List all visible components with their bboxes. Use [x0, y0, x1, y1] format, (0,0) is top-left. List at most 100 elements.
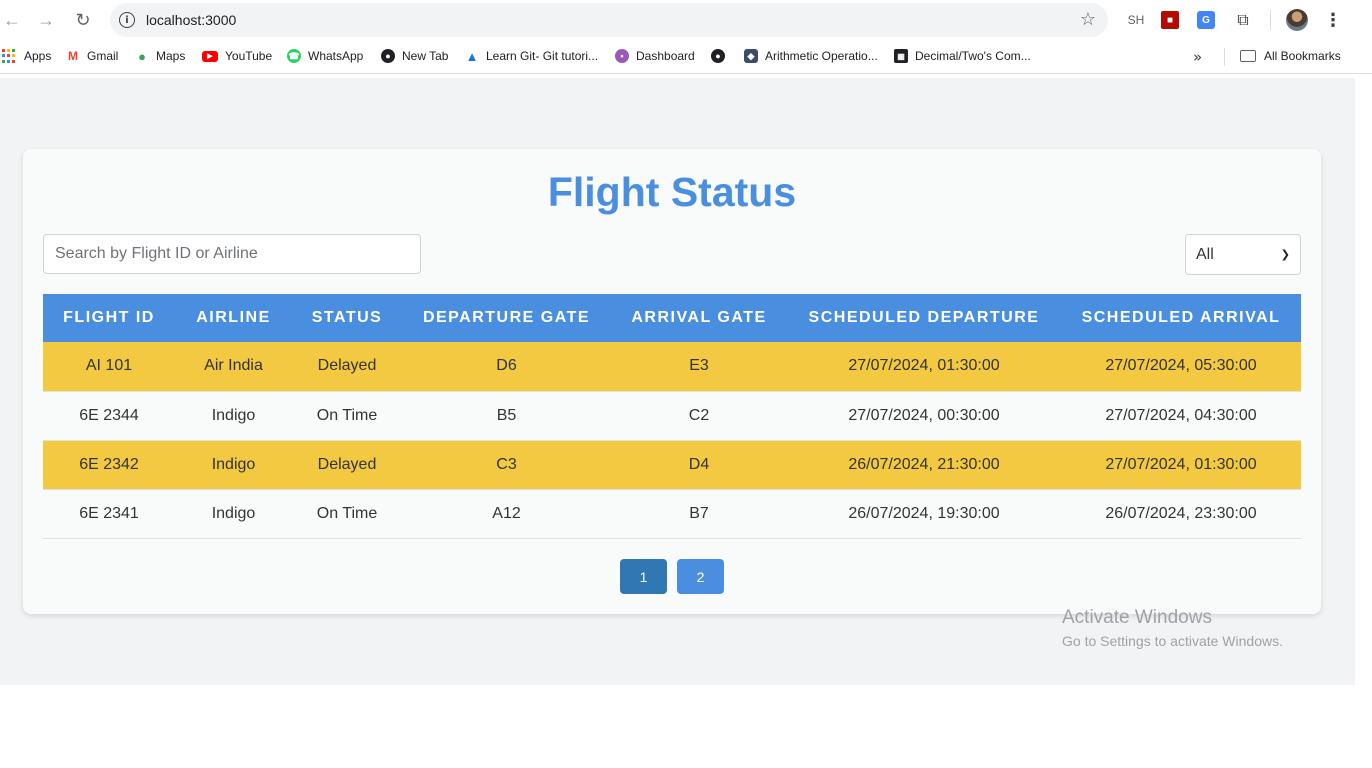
table-row: 6E 2342 Indigo Delayed C3 D4 26/07/2024,… — [43, 440, 1301, 490]
bookmark-youtube[interactable]: ▶ YouTube — [202, 49, 272, 63]
header-departure-gate: Departure Gate — [402, 294, 611, 342]
table-row: 6E 2341 Indigo On Time A12 B7 26/07/2024… — [43, 489, 1301, 539]
site-info-icon[interactable]: i — [119, 12, 135, 28]
pagination: 1 2 — [23, 559, 1321, 594]
cell-status: On Time — [292, 391, 402, 441]
table-header-row: Flight ID Airline Status Departure Gate … — [43, 294, 1301, 342]
cell-departure-gate: A12 — [402, 489, 611, 539]
apps-grid-icon — [2, 49, 16, 63]
bookmark-star-icon[interactable]: ☆ — [1080, 9, 1096, 30]
youtube-icon: ▶ — [202, 50, 218, 62]
bookmark-label: WhatsApp — [308, 49, 364, 63]
header-scheduled-departure: Scheduled Departure — [787, 294, 1061, 342]
arithmetic-site-icon: ◆ — [744, 49, 758, 63]
browser-toolbar: ← → ↻ i localhost:3000 ☆ SH ■ G ⧉ ⋮ — [0, 0, 1372, 40]
cell-airline: Air India — [175, 342, 292, 392]
bookmark-label: Dashboard — [636, 49, 695, 63]
profile-avatar[interactable] — [1286, 9, 1308, 31]
extension-sh-icon[interactable]: SH — [1125, 9, 1147, 31]
cell-scheduled-arrival: 27/07/2024, 04:30:00 — [1061, 391, 1301, 441]
cell-arrival-gate: C2 — [611, 391, 787, 441]
forward-arrow-icon[interactable]: → — [34, 8, 58, 32]
cell-arrival-gate: D4 — [611, 440, 787, 490]
cell-arrival-gate: B7 — [611, 489, 787, 539]
bookmark-label: Arithmetic Operatio... — [765, 49, 878, 63]
filter-selected-value: All — [1196, 245, 1214, 263]
bookmark-label: Maps — [156, 49, 186, 63]
bookmark-dashboard[interactable]: • Dashboard — [615, 49, 695, 63]
cell-arrival-gate: E3 — [611, 342, 787, 392]
flight-status-card: Flight Status All ❯ Flight ID Airline St… — [23, 149, 1321, 614]
table-row: 6E 2344 Indigo On Time B5 C2 27/07/2024,… — [43, 391, 1301, 441]
bookmark-gmail[interactable]: M Gmail — [66, 49, 118, 63]
cell-flight-id: 6E 2341 — [43, 489, 175, 539]
bookmark-decimal[interactable]: ▦ Decimal/Two's Com... — [894, 49, 1031, 63]
translate-extension-icon[interactable]: G — [1197, 11, 1215, 29]
all-bookmarks-label: All Bookmarks — [1264, 49, 1341, 63]
cell-flight-id: 6E 2342 — [43, 440, 175, 490]
cell-airline: Indigo — [175, 440, 292, 490]
bookmark-new-tab[interactable]: ● New Tab — [381, 49, 448, 63]
globe-icon: ● — [381, 49, 395, 63]
reload-icon[interactable]: ↻ — [71, 8, 95, 32]
cell-scheduled-arrival: 27/07/2024, 05:30:00 — [1061, 342, 1301, 392]
bookmarks-divider — [1224, 48, 1225, 66]
cell-flight-id: 6E 2344 — [43, 391, 175, 441]
address-bar[interactable]: i localhost:3000 ☆ — [110, 3, 1108, 37]
cell-airline: Indigo — [175, 391, 292, 441]
more-bookmarks-icon[interactable]: » — [1193, 48, 1202, 66]
cell-status: Delayed — [292, 342, 402, 392]
watermark-subtitle: Go to Settings to activate Windows. — [1062, 633, 1283, 649]
pdf-extension-icon[interactable]: ■ — [1161, 11, 1179, 29]
url-text[interactable]: localhost:3000 — [146, 12, 236, 28]
bookmark-label: Decimal/Two's Com... — [915, 49, 1031, 63]
cell-scheduled-departure: 26/07/2024, 21:30:00 — [787, 440, 1061, 490]
toolbar-divider — [1270, 10, 1271, 30]
page-button-2[interactable]: 2 — [677, 559, 724, 594]
bookmark-whatsapp[interactable]: ☎ WhatsApp — [287, 49, 363, 63]
bookmark-apps[interactable]: Apps — [2, 49, 51, 63]
header-flight-id: Flight ID — [43, 294, 175, 342]
page-button-1[interactable]: 1 — [620, 559, 667, 594]
bookmark-globe[interactable]: ● — [711, 49, 732, 63]
cell-scheduled-arrival: 26/07/2024, 23:30:00 — [1061, 489, 1301, 539]
bookmark-arithmetic[interactable]: ◆ Arithmetic Operatio... — [744, 49, 878, 63]
cell-scheduled-departure: 26/07/2024, 19:30:00 — [787, 489, 1061, 539]
cell-status: On Time — [292, 489, 402, 539]
cell-departure-gate: D6 — [402, 342, 611, 392]
page-content: Flight Status All ❯ Flight ID Airline St… — [0, 78, 1355, 685]
gmail-icon: M — [66, 49, 80, 63]
page-title: Flight Status — [547, 169, 797, 215]
cell-scheduled-arrival: 27/07/2024, 01:30:00 — [1061, 440, 1301, 490]
bookmarks-bar: Apps M Gmail ● Maps ▶ YouTube ☎ WhatsApp… — [0, 40, 1372, 74]
all-bookmarks[interactable]: All Bookmarks — [1240, 49, 1341, 63]
learn-git-icon: ▲ — [465, 48, 479, 64]
chevron-down-icon: ❯ — [1280, 248, 1290, 261]
browser-menu-icon[interactable]: ⋮ — [1324, 8, 1342, 32]
table-row: AI 101 Air India Delayed D6 E3 27/07/202… — [43, 342, 1301, 392]
activate-windows-watermark: Activate Windows Go to Settings to activ… — [1062, 607, 1283, 649]
bookmark-label: Gmail — [87, 49, 119, 63]
header-status: Status — [292, 294, 402, 342]
watermark-title: Activate Windows — [1062, 607, 1212, 628]
dashboard-icon: • — [615, 49, 629, 63]
bookmark-label: New Tab — [402, 49, 449, 63]
extensions-puzzle-icon[interactable]: ⧉ — [1233, 9, 1253, 31]
decimal-site-icon: ▦ — [894, 49, 908, 63]
back-arrow-icon[interactable]: ← — [0, 8, 24, 32]
whatsapp-icon: ☎ — [287, 49, 301, 63]
bookmark-label: Apps — [24, 49, 52, 63]
header-scheduled-arrival: Scheduled Arrival — [1061, 294, 1301, 342]
status-filter-select[interactable]: All ❯ — [1185, 234, 1301, 275]
globe-icon: ● — [711, 49, 725, 63]
bookmark-label: Learn Git- Git tutori... — [486, 49, 599, 63]
bookmark-learn-git[interactable]: ▲ Learn Git- Git tutori... — [465, 48, 599, 64]
cell-departure-gate: B5 — [402, 391, 611, 441]
cell-scheduled-departure: 27/07/2024, 00:30:00 — [787, 391, 1061, 441]
cell-status: Delayed — [292, 440, 402, 490]
bookmark-maps[interactable]: ● Maps — [135, 49, 186, 64]
cell-airline: Indigo — [175, 489, 292, 539]
search-input[interactable] — [43, 234, 421, 274]
bookmark-label: YouTube — [225, 49, 273, 63]
maps-pin-icon: ● — [135, 49, 149, 64]
